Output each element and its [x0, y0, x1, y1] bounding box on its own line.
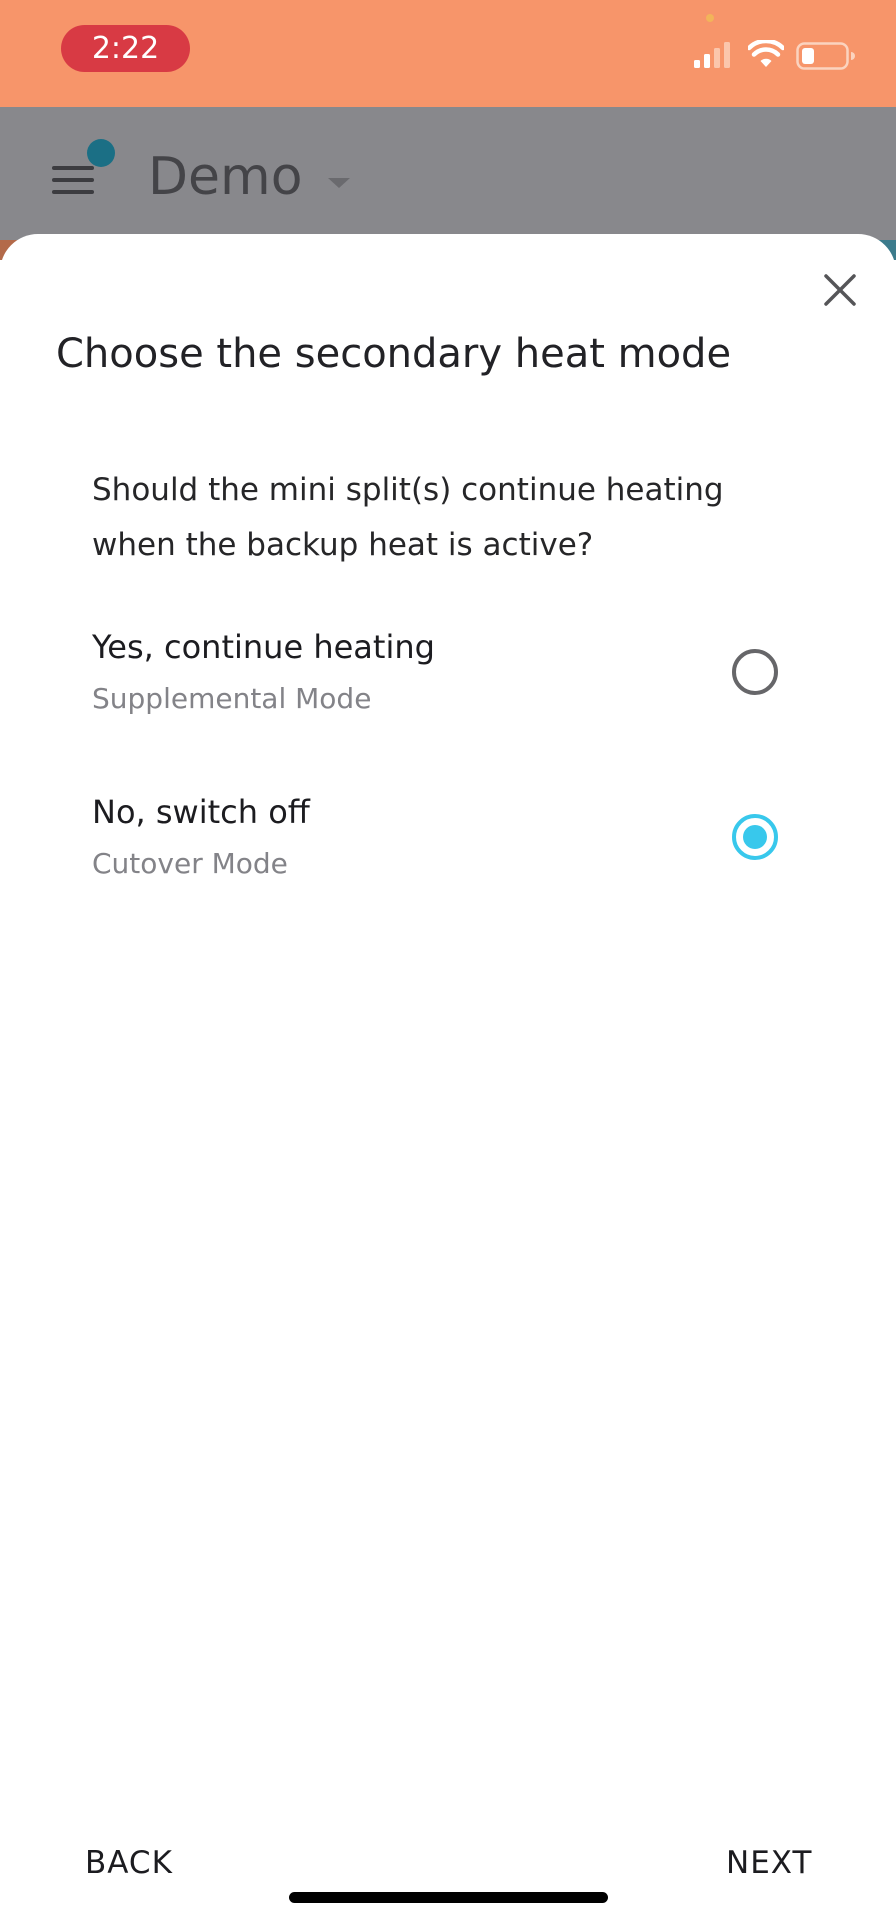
option-sublabel: Cutover Mode [92, 847, 288, 880]
option-sublabel: Supplemental Mode [92, 682, 372, 715]
home-indicator [289, 1892, 608, 1903]
signal-icon [694, 42, 730, 68]
status-bar: 2:22 [0, 0, 896, 107]
status-time: 2:22 [61, 25, 190, 72]
close-icon [824, 274, 856, 306]
caret-down-icon[interactable] [328, 178, 350, 188]
next-button[interactable]: NEXT [726, 1840, 812, 1886]
header-title[interactable]: Demo [148, 147, 303, 207]
option-supplemental[interactable]: Yes, continue heating Supplemental Mode [0, 615, 896, 765]
radio-selected[interactable] [732, 814, 778, 860]
notification-dot [87, 139, 115, 167]
close-button[interactable] [815, 265, 865, 315]
option-label: No, switch off [92, 793, 310, 831]
radio-unselected[interactable] [732, 649, 778, 695]
menu-icon[interactable] [52, 166, 94, 202]
battery-icon [796, 42, 855, 70]
charging-indicator-icon [706, 14, 714, 22]
sheet-title: Choose the secondary heat mode [56, 331, 732, 377]
wifi-icon [748, 40, 784, 67]
question-text: Should the mini split(s) continue heatin… [92, 472, 724, 563]
option-label: Yes, continue heating [92, 628, 435, 666]
option-cutover[interactable]: No, switch off Cutover Mode [0, 780, 896, 930]
radio-selected-dot [743, 825, 767, 849]
back-button[interactable]: BACK [85, 1840, 173, 1886]
